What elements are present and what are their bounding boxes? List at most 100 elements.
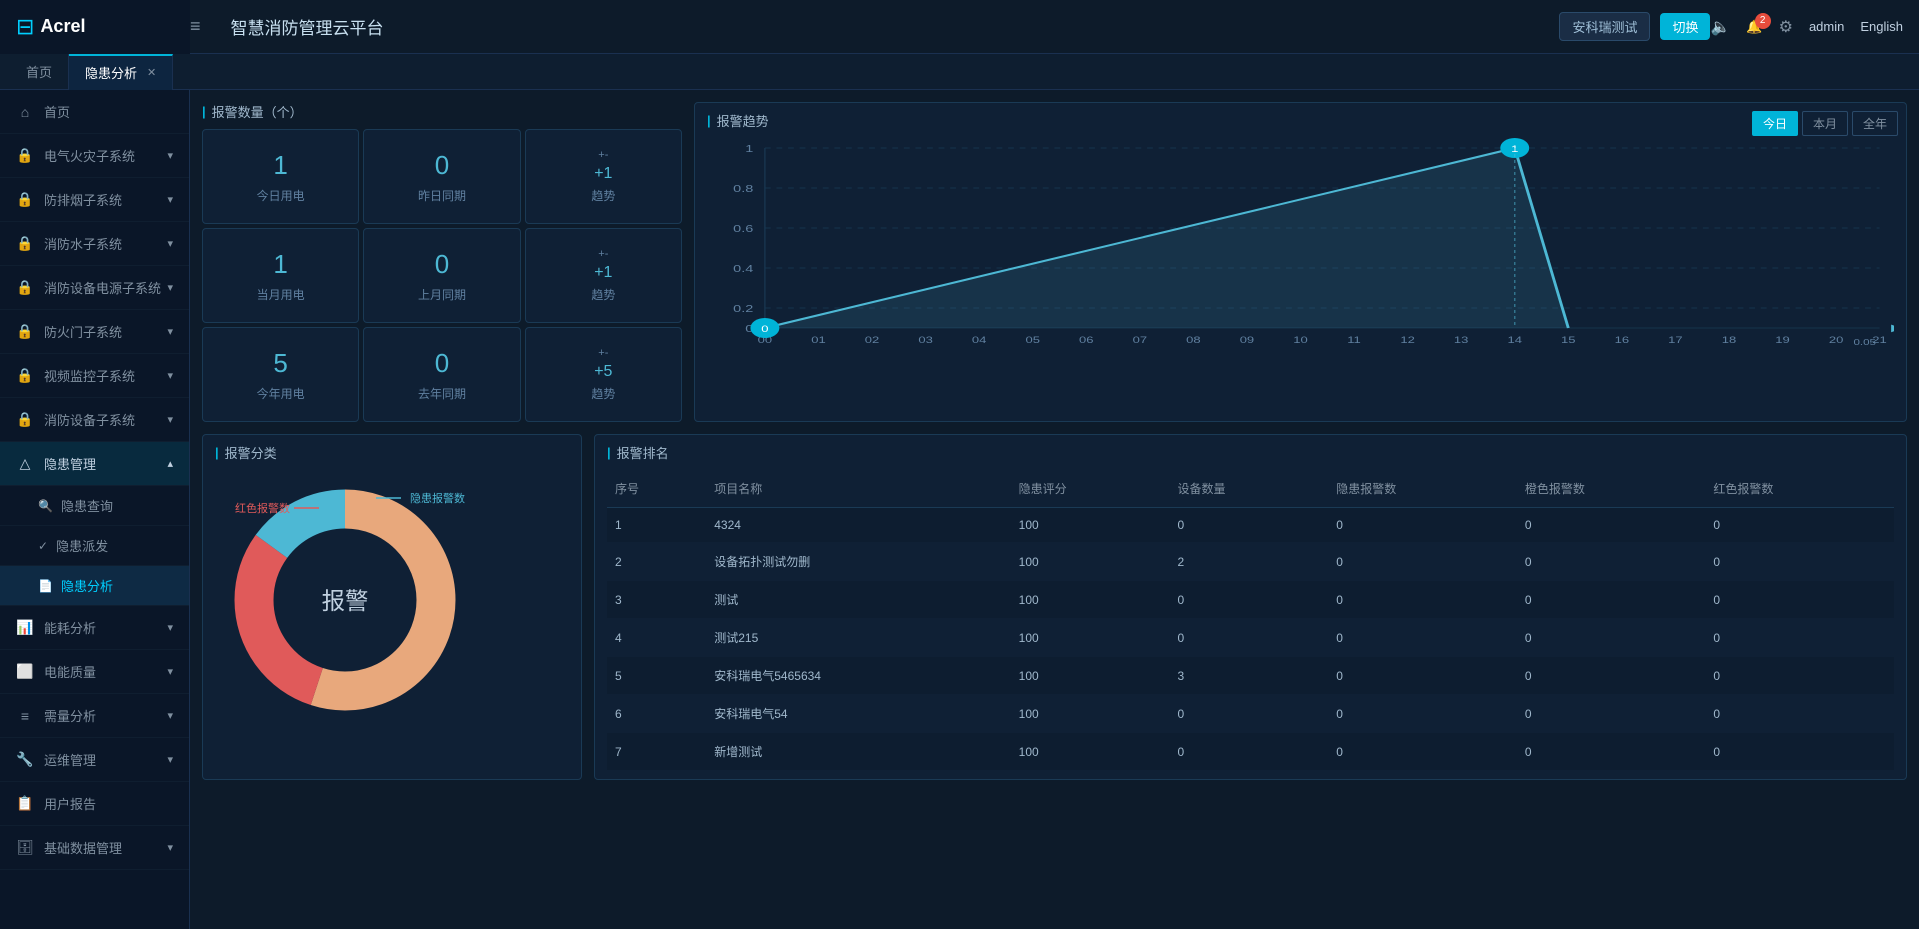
lock-icon-2: 🔒 <box>16 191 34 208</box>
sidebar-item-demand[interactable]: ≡ 需量分析 ▾ <box>0 694 189 738</box>
sidebar-item-power-quality[interactable]: ⬜ 电能质量 ▾ <box>0 650 189 694</box>
tab-bar: 首页 隐患分析 ✕ <box>0 54 1919 90</box>
svg-text:0.6: 0.6 <box>733 223 753 234</box>
site-selector[interactable]: 安科瑞测试 <box>1559 12 1650 41</box>
trend-panel: 报警趋势 今日 本月 全年 <box>694 102 1907 422</box>
stat-last-year-label: 去年同期 <box>418 385 466 402</box>
tab-hazard-analysis[interactable]: 隐患分析 ✕ <box>69 54 173 90</box>
cell-red: 0 <box>1705 581 1894 619</box>
language-selector[interactable]: English <box>1860 19 1903 34</box>
sidebar-item-label: 消防设备电源子系统 <box>44 278 161 297</box>
stat-year: 5 今年用电 <box>202 327 359 422</box>
btn-year[interactable]: 全年 <box>1852 111 1898 136</box>
top-header: ⊟ Acrel ≡ 智慧消防管理云平台 安科瑞测试 切换 🔈 🔔2 ⚙ admi… <box>0 0 1919 54</box>
document-icon: 📄 <box>38 579 53 593</box>
menu-toggle-icon[interactable]: ≡ <box>190 16 201 37</box>
svg-text:0.8: 0.8 <box>733 183 753 194</box>
chevron-down-icon-10: ▾ <box>167 709 173 722</box>
sidebar-item-label: 基础数据管理 <box>44 838 122 857</box>
chevron-up-icon: ▴ <box>167 457 173 470</box>
notification-count: 2 <box>1755 13 1771 29</box>
table-header: 序号 项目名称 隐患评分 设备数量 隐患报警数 橙色报警数 红色报警数 <box>607 470 1894 508</box>
sidebar-item-water[interactable]: 🔒 消防水子系统 ▾ <box>0 222 189 266</box>
chevron-down-icon-9: ▾ <box>167 665 173 678</box>
sidebar-item-label: 能耗分析 <box>44 618 96 637</box>
svg-text:0: 0 <box>761 325 768 335</box>
cell-score: 100 <box>1011 695 1170 733</box>
platform-title: 智慧消防管理云平台 <box>231 14 1560 39</box>
sidebar-item-power[interactable]: 🔒 消防设备电源子系统 ▾ <box>0 266 189 310</box>
btn-month[interactable]: 本月 <box>1802 111 1848 136</box>
trend-prefix-1: +- <box>598 149 608 161</box>
notification-badge[interactable]: 🔔2 <box>1746 19 1762 35</box>
sidebar-item-reports[interactable]: 📋 用户报告 <box>0 782 189 826</box>
warning-icon: △ <box>16 455 34 472</box>
speaker-icon[interactable]: 🔈 <box>1710 17 1730 37</box>
svg-text:17: 17 <box>1668 336 1682 346</box>
trend-prefix-3: +- <box>598 347 608 359</box>
stat-last-year-value: 0 <box>435 348 449 379</box>
svg-text:05: 05 <box>1025 336 1039 346</box>
col-index: 序号 <box>607 470 706 508</box>
sidebar-item-device[interactable]: 🔒 消防设备子系统 ▾ <box>0 398 189 442</box>
cell-devices: 0 <box>1169 581 1328 619</box>
svg-text:19: 19 <box>1775 336 1789 346</box>
stat-month-label: 当月用电 <box>257 286 305 303</box>
cell-red: 0 <box>1705 733 1894 771</box>
switch-button[interactable]: 切换 <box>1660 13 1710 40</box>
sidebar-item-home[interactable]: ⌂ 首页 <box>0 90 189 134</box>
sidebar-item-hazard-query[interactable]: 🔍 隐患查询 <box>0 486 189 526</box>
stat-last-month-value: 0 <box>435 249 449 280</box>
stat-month: 1 当月用电 <box>202 228 359 323</box>
ranking-title: 报警排名 <box>607 443 1894 462</box>
cell-orange: 0 <box>1517 581 1706 619</box>
sidebar-item-video[interactable]: 🔒 视频监控子系统 ▾ <box>0 354 189 398</box>
sidebar-item-hazard-dispatch[interactable]: ✓ 隐患派发 <box>0 526 189 566</box>
cell-index: 6 <box>607 695 706 733</box>
cell-name: 4324 <box>706 508 1010 543</box>
svg-text:02: 02 <box>865 336 879 346</box>
cell-score: 100 <box>1011 508 1170 543</box>
classification-title: 报警分类 <box>215 443 569 462</box>
sidebar-item-label: 运维管理 <box>44 750 96 769</box>
svg-text:1: 1 <box>745 143 753 154</box>
chevron-down-icon-11: ▾ <box>167 753 173 766</box>
cell-orange: 0 <box>1517 733 1706 771</box>
sidebar-item-electric[interactable]: 🔒 电气火灾子系统 ▾ <box>0 134 189 178</box>
cell-red: 0 <box>1705 508 1894 543</box>
trend-value-2: +1 <box>594 264 612 282</box>
sidebar-item-hazard[interactable]: △ 隐患管理 ▴ <box>0 442 189 486</box>
chevron-down-icon-6: ▾ <box>167 369 173 382</box>
home-icon: ⌂ <box>16 104 34 120</box>
legend-red-label: 红色报警数 <box>235 500 290 516</box>
btn-today[interactable]: 今日 <box>1752 111 1798 136</box>
tab-home[interactable]: 首页 <box>10 54 69 90</box>
sidebar-item-door[interactable]: 🔒 防火门子系统 ▾ <box>0 310 189 354</box>
cell-score: 100 <box>1011 543 1170 581</box>
settings-icon[interactable]: ⚙ <box>1779 17 1793 37</box>
svg-text:报警: 报警 <box>322 588 369 614</box>
table-row: 2设备拓扑测试勿删1002000 <box>607 543 1894 581</box>
stat-yesterday-label: 昨日同期 <box>418 187 466 204</box>
cell-red: 0 <box>1705 657 1894 695</box>
stat-year-value: 5 <box>273 348 287 379</box>
sidebar-item-smoke[interactable]: 🔒 防排烟子系统 ▾ <box>0 178 189 222</box>
svg-text:0.4: 0.4 <box>733 263 753 274</box>
cell-hazard: 0 <box>1328 581 1517 619</box>
sidebar-item-label: 防排烟子系统 <box>44 190 122 209</box>
svg-text:0.2: 0.2 <box>733 303 753 314</box>
tab-close-icon[interactable]: ✕ <box>147 66 156 79</box>
cell-devices: 0 <box>1169 508 1328 543</box>
sidebar-item-energy[interactable]: 📊 能耗分析 ▾ <box>0 606 189 650</box>
table-panel: 报警排名 序号 项目名称 隐患评分 设备数量 隐患报警数 橙色报警数 红色报警数 <box>594 434 1907 780</box>
sidebar-item-hazard-analysis[interactable]: 📄 隐患分析 <box>0 566 189 606</box>
table-row: 143241000000 <box>607 508 1894 543</box>
main-layout: ⌂ 首页 🔒 电气火灾子系统 ▾ 🔒 防排烟子系统 ▾ 🔒 消防水子系统 ▾ 🔒… <box>0 90 1919 929</box>
cell-hazard: 0 <box>1328 657 1517 695</box>
donut-chart: 报警 红色报警数 隐患报警数 <box>215 470 475 730</box>
stats-grid: 1 今日用电 0 昨日同期 +- +1 趋势 <box>202 129 682 422</box>
trend-label-1: 趋势 <box>591 187 615 204</box>
sidebar-item-ops[interactable]: 🔧 运维管理 ▾ <box>0 738 189 782</box>
wrench-icon: 🔧 <box>16 751 34 768</box>
sidebar-item-base[interactable]: 🗄 基础数据管理 ▾ <box>0 826 189 870</box>
